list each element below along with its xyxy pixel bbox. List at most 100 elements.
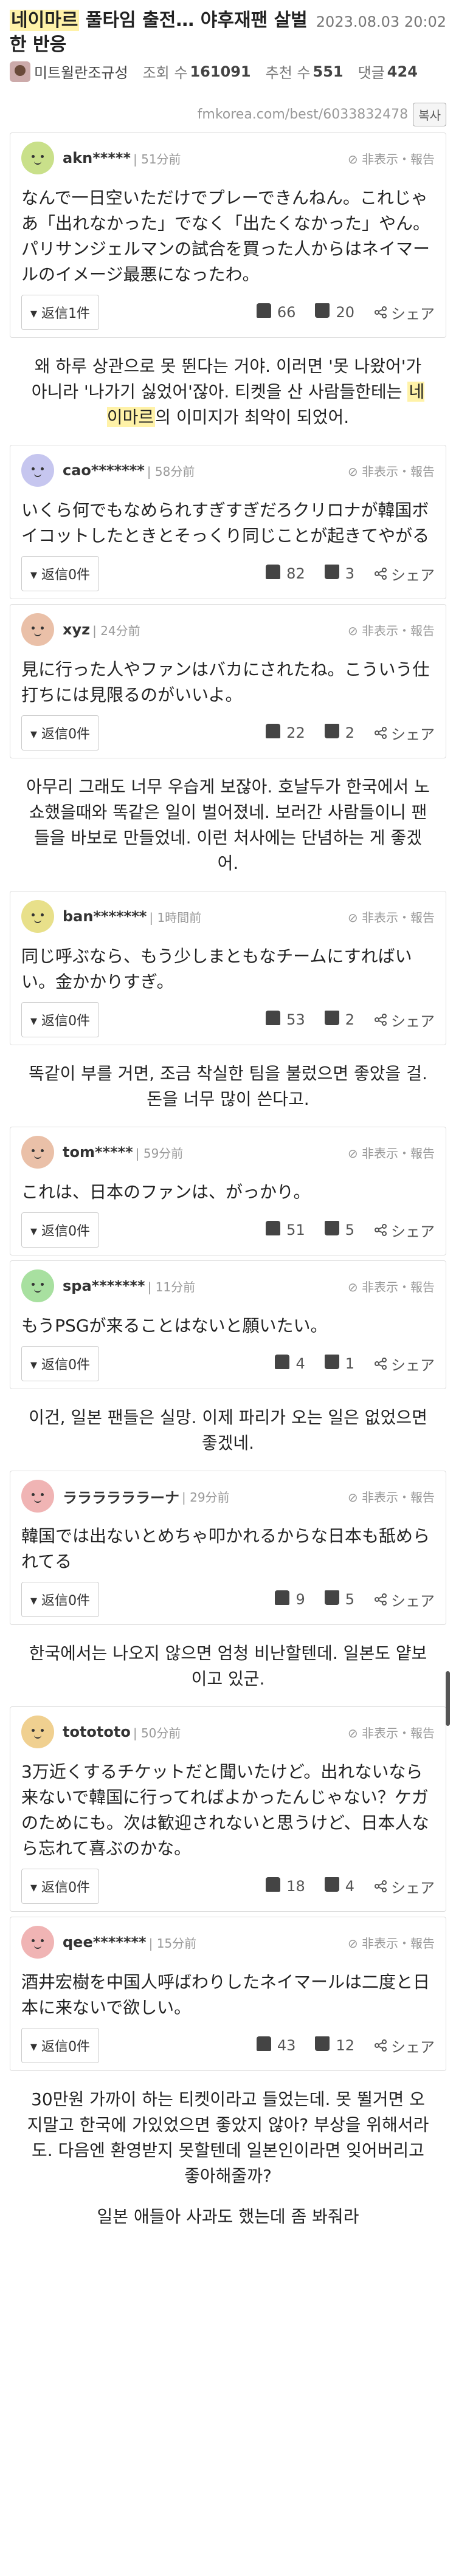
thumbs-up-icon[interactable] [256, 2036, 277, 2055]
reply-button[interactable]: ▾ 返信0件 [21, 1212, 100, 1248]
post-meta: 미트윌란조규성 조회 수 161091 추천 수 551 댓글 424 [10, 61, 446, 82]
user-avatar-icon [21, 1716, 54, 1748]
share-icon [375, 1358, 387, 1370]
report-link[interactable]: ⊘ 非表示・報告 [348, 908, 435, 926]
downvote-count: 1 [345, 1355, 354, 1372]
thumbs-down-icon[interactable] [324, 1355, 345, 1373]
share-button[interactable]: シェア [374, 1220, 435, 1241]
comment-username[interactable]: xyz [63, 621, 90, 638]
downvote-count: 3 [345, 565, 354, 582]
share-button[interactable]: シェア [374, 1589, 435, 1610]
comments-count: 424 [387, 63, 418, 80]
share-icon [375, 306, 387, 318]
likes-count: 551 [313, 63, 344, 80]
reply-button[interactable]: ▾ 返信0件 [21, 556, 100, 591]
comment-username[interactable]: totototo [63, 1723, 131, 1740]
report-link[interactable]: ⊘ 非表示・報告 [348, 149, 435, 167]
likes-label: 추천 수 [265, 64, 311, 81]
comment-username[interactable]: spa******* [63, 1277, 145, 1294]
user-avatar-icon [21, 1136, 54, 1169]
thumbs-up-icon[interactable] [266, 1221, 286, 1239]
comment-time: | 24分前 [92, 623, 140, 638]
korean-translation: 똑같이 부를 거면, 조금 착실한 팀을 불렀으면 좋았을 걸. 돈을 너무 많… [29, 1063, 427, 1109]
reply-button[interactable]: ▾ 返信0件 [21, 1346, 100, 1381]
comment-username[interactable]: ララララララーナ [63, 1486, 179, 1507]
reply-button[interactable]: ▾ 返信0件 [21, 1869, 100, 1904]
share-button[interactable]: シェア [374, 1009, 435, 1031]
comment-text: 同じ呼ぶなら、もう少しまともなチームにすればいい。金かかりすぎ。 [21, 946, 412, 992]
user-avatar-icon [21, 454, 54, 487]
thumbs-down-icon[interactable] [324, 1221, 345, 1239]
thumbs-up-icon[interactable] [266, 565, 286, 583]
user-avatar-icon [21, 1480, 54, 1513]
korean-translation: 아무리 그래도 너무 우습게 보잖아. 호날두가 한국에서 노쇼했을때와 똑같은… [26, 777, 430, 873]
downvote-count: 12 [336, 2037, 354, 2054]
user-avatar-icon [21, 613, 54, 646]
comment-username[interactable]: qee******* [63, 1934, 147, 1951]
upvote-count: 4 [295, 1355, 305, 1372]
report-link[interactable]: ⊘ 非表示・報告 [348, 1723, 435, 1741]
comment-card: xyz | 24分前 ⊘ 非表示・報告 見に行った人やファンはバカにされたね。こ… [10, 604, 446, 758]
report-link[interactable]: ⊘ 非表示・報告 [348, 1144, 435, 1161]
reply-button[interactable]: ▾ 返信1件 [21, 295, 100, 330]
author-name[interactable]: 미트윌란조규성 [34, 61, 128, 82]
downvote-count: 2 [345, 1011, 354, 1028]
thumbs-up-icon[interactable] [266, 1011, 286, 1029]
thumbs-up-icon[interactable] [256, 303, 277, 321]
reply-button[interactable]: ▾ 返信0件 [21, 1582, 100, 1617]
comment-username[interactable]: cao******* [63, 462, 145, 479]
report-link[interactable]: ⊘ 非表示・報告 [348, 1277, 435, 1295]
thumbs-up-icon[interactable] [266, 1877, 286, 1895]
thumbs-down-icon[interactable] [324, 1877, 345, 1895]
copy-button[interactable]: 복사 [413, 103, 446, 126]
comment-text: 3万近くするチケットだと聞いたけど。出れないなら来ないで韓国に行ってればよかった… [21, 1762, 429, 1858]
thumbs-down-icon[interactable] [315, 303, 336, 321]
downvote-count: 5 [345, 1591, 354, 1608]
share-button[interactable]: シェア [374, 563, 435, 585]
comment-time: | 11分前 [147, 1279, 196, 1294]
comment-time: | 59分前 [135, 1145, 184, 1161]
thumbs-down-icon[interactable] [315, 2036, 336, 2055]
share-icon [375, 568, 387, 580]
upvote-count: 82 [286, 565, 305, 582]
korean-translation: 한국에서는 나오지 않으면 엄청 비난할텐데. 일본도 얕보이고 있군. [29, 1643, 427, 1689]
source-url[interactable]: fmkorea.com/best/6033832478 [198, 107, 409, 122]
thumbs-up-icon[interactable] [275, 1355, 295, 1373]
comment-time: | 58分前 [147, 464, 195, 479]
report-link[interactable]: ⊘ 非表示・報告 [348, 621, 435, 639]
thumbs-down-icon[interactable] [324, 724, 345, 742]
comment-card: totototo | 50分前 ⊘ 非表示・報告 3万近くするチケットだと聞いた… [10, 1706, 446, 1912]
comment-text: なんで一日空いただけでプレーできんねん。これじゃあ「出れなかった」でなく「出たく… [21, 188, 430, 284]
thumbs-down-icon[interactable] [324, 565, 345, 583]
share-button[interactable]: シェア [374, 723, 435, 744]
thumbs-down-icon[interactable] [324, 1590, 345, 1609]
page: 네이마르 풀타임 출전… 야후재팬 살벌한 반응 2023.08.03 20:0… [0, 0, 456, 2576]
report-link[interactable]: ⊘ 非表示・報告 [348, 1488, 435, 1505]
comment-username[interactable]: tom***** [63, 1144, 133, 1161]
scrollbar[interactable] [446, 1671, 450, 1726]
upvote-count: 51 [286, 1221, 305, 1238]
thumbs-up-icon[interactable] [275, 1590, 295, 1609]
comment-time: | 29分前 [182, 1489, 230, 1505]
comment-text: 見に行った人やファンはバカにされたね。こういう仕打ちには見限るのがいいよ。 [21, 659, 430, 705]
reply-button[interactable]: ▾ 返信0件 [21, 2028, 100, 2063]
thumbs-up-icon[interactable] [266, 724, 286, 742]
upvote-count: 66 [277, 304, 296, 321]
share-button[interactable]: シェア [374, 2035, 435, 2056]
share-button[interactable]: シェア [374, 302, 435, 323]
user-avatar-icon [21, 900, 54, 933]
views-count: 161091 [190, 63, 251, 80]
share-icon [375, 727, 387, 739]
share-button[interactable]: シェア [374, 1876, 435, 1897]
report-link[interactable]: ⊘ 非表示・報告 [348, 1934, 435, 1951]
share-icon [375, 1593, 387, 1606]
comment-username[interactable]: ban******* [63, 908, 147, 925]
reply-button[interactable]: ▾ 返信0件 [21, 715, 100, 750]
thumbs-down-icon[interactable] [324, 1011, 345, 1029]
share-button[interactable]: シェア [374, 1353, 435, 1375]
comment-text: いくら何でもなめられすぎすぎだろクリロナが韓国ボイコットしたときとそっくり同じこ… [21, 500, 430, 546]
comment-username[interactable]: akn***** [63, 149, 131, 167]
reply-button[interactable]: ▾ 返信0件 [21, 1002, 100, 1037]
report-link[interactable]: ⊘ 非表示・報告 [348, 462, 435, 479]
title-highlight: 네이마르 [10, 10, 80, 31]
